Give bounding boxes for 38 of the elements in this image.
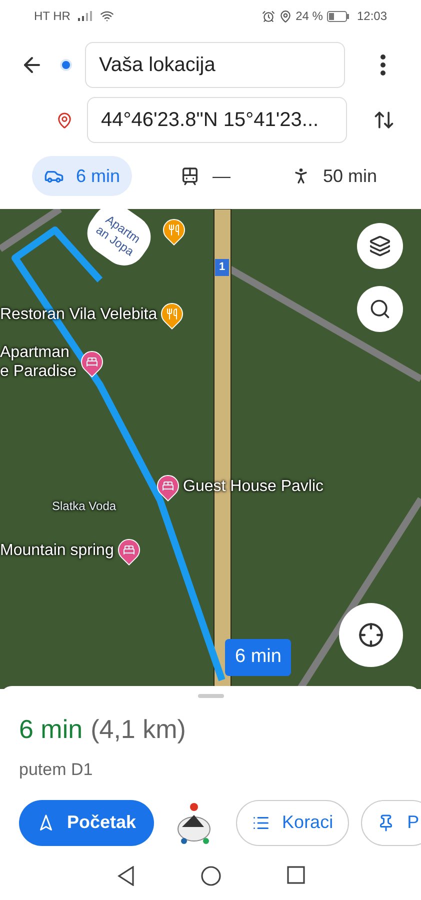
battery-icon xyxy=(326,10,349,22)
drag-handle[interactable] xyxy=(198,694,224,698)
clock-time: 12:03 xyxy=(356,8,387,25)
crosshair-icon xyxy=(358,622,384,648)
layers-button[interactable] xyxy=(357,223,403,269)
travel-mode-tab[interactable]: 6 min xyxy=(32,156,132,196)
wifi-icon xyxy=(100,9,114,23)
start-button[interactable]: Početak xyxy=(19,800,154,846)
back-nav-icon[interactable] xyxy=(116,866,134,886)
road-shield: 1 xyxy=(215,259,229,276)
swap-arrows-icon xyxy=(373,109,395,131)
place-label[interactable]: Slatka Voda xyxy=(52,497,116,516)
travel-mode-tab[interactable]: 50 min xyxy=(278,156,389,196)
steps-button[interactable]: Koraci xyxy=(236,800,350,846)
alarm-icon xyxy=(262,10,275,22)
destination-pin-icon xyxy=(56,112,73,128)
search-icon xyxy=(369,298,391,320)
destination-field[interactable]: 44°46'23.8"N 15°41'23... xyxy=(87,97,347,143)
recents-nav-icon[interactable] xyxy=(286,866,304,884)
origin-field[interactable]: Vaša lokacija xyxy=(85,42,345,88)
more-vertical-icon xyxy=(380,54,386,76)
carrier-label: HT HR xyxy=(34,8,70,25)
signal-icon xyxy=(78,11,92,21)
place-label[interactable]: Mountain spring xyxy=(0,540,114,560)
search-button[interactable] xyxy=(357,286,403,332)
navigation-arrow-icon xyxy=(37,814,55,832)
layers-icon xyxy=(369,235,391,257)
travel-mode-tab[interactable]: — xyxy=(168,156,242,196)
location-icon xyxy=(278,10,292,22)
route-distance: (4,1 km) xyxy=(90,713,186,746)
route-duration: 6 min xyxy=(19,713,83,746)
home-nav-icon[interactable] xyxy=(200,866,220,886)
place-label[interactable]: Apartman e Paradise xyxy=(0,343,76,381)
route-via: putem D1 xyxy=(19,759,94,781)
train-icon xyxy=(180,166,200,186)
route-duration-label[interactable]: 6 min xyxy=(225,639,292,676)
battery-percent: 24 % xyxy=(296,8,323,25)
pin-button[interactable]: P xyxy=(361,800,421,846)
